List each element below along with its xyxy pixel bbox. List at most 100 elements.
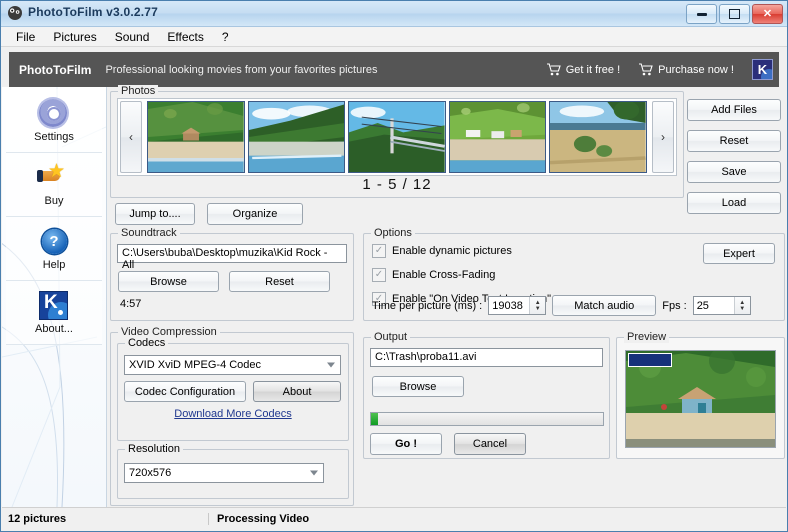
file-buttons: Add Files Reset Save Load: [687, 99, 781, 223]
photo-thumbnail[interactable]: [247, 101, 346, 173]
menu-item-help[interactable]: ?: [213, 28, 238, 46]
jump-to-button[interactable]: Jump to....: [115, 203, 195, 225]
brand-name: PhotoToFilm: [19, 62, 92, 77]
progress-bar: [370, 412, 604, 426]
photos-next-button[interactable]: ›: [652, 101, 674, 173]
preview-legend: Preview: [624, 331, 670, 343]
status-message: Processing Video: [208, 513, 309, 525]
cart-icon: [546, 63, 561, 76]
soundtrack-browse-button[interactable]: Browse: [118, 271, 219, 292]
time-per-picture-label: Time per picture (ms) :: [372, 299, 483, 312]
expert-button[interactable]: Expert: [703, 243, 775, 264]
purchase-now-link[interactable]: Purchase now !: [638, 63, 734, 76]
status-bar: 12 pictures Processing Video: [2, 507, 786, 530]
banner-links: Get it free ! Purchase now ! K: [546, 52, 773, 87]
thumb-image: [449, 102, 546, 172]
photo-thumbnail[interactable]: [549, 101, 647, 173]
sidebar-item-about[interactable]: K About...: [6, 281, 102, 345]
download-more-codecs-link[interactable]: Download More Codecs: [118, 408, 348, 420]
resolution-select-value: 720x576: [129, 467, 172, 479]
menu-item-pictures[interactable]: Pictures: [44, 28, 105, 46]
codec-select[interactable]: XVID XviD MPEG-4 Codec: [124, 355, 341, 375]
photos-prev-button[interactable]: ‹: [120, 101, 142, 173]
minimize-button[interactable]: [686, 4, 717, 24]
fps-stepper[interactable]: 25 ▲ ▼: [692, 296, 751, 315]
soundtrack-reset-button[interactable]: Reset: [229, 271, 330, 292]
menu-item-effects[interactable]: Effects: [158, 28, 212, 46]
cart-icon: [639, 63, 653, 76]
codec-configuration-button[interactable]: Codec Configuration: [124, 381, 246, 402]
load-button[interactable]: Load: [687, 192, 781, 214]
preview-timestamp-overlay: [628, 353, 672, 367]
output-legend: Output: [371, 331, 411, 343]
menu-bar: File Pictures Sound Effects ?: [1, 27, 787, 47]
soundtrack-legend: Soundtrack: [118, 227, 180, 239]
content-area: Settings ★ Buy ? Help K About... Photos …: [1, 85, 787, 507]
close-icon: ✕: [762, 7, 773, 20]
gear-icon: [39, 98, 69, 129]
purchase-now-label: Purchase now !: [658, 63, 734, 76]
progress-bar-fill: [371, 413, 378, 425]
sidebar-item-buy[interactable]: ★ Buy: [6, 153, 102, 217]
chevron-down-icon: [310, 470, 318, 476]
option-cross-fading[interactable]: ✓ Enable Cross-Fading: [372, 268, 495, 282]
get-it-free-link[interactable]: Get it free !: [546, 63, 620, 76]
k-logo-icon[interactable]: K: [752, 59, 773, 80]
checkbox-icon[interactable]: ✓: [372, 244, 386, 258]
cancel-button[interactable]: Cancel: [454, 433, 526, 455]
main-panel: Photos ‹ › 1 - 5 / 12 Jump to.... Organi…: [107, 85, 786, 507]
preview-group: Preview: [616, 331, 785, 459]
stepper-arrows-icon[interactable]: ▲ ▼: [733, 297, 750, 314]
time-per-picture-stepper[interactable]: 19038 ▲ ▼: [488, 296, 547, 315]
checkbox-icon[interactable]: ✓: [372, 268, 386, 282]
thumb-image: [550, 102, 646, 172]
resolution-group: Resolution 720x576: [117, 443, 349, 499]
sidebar: Settings ★ Buy ? Help K About...: [2, 87, 107, 507]
output-path-input[interactable]: C:\Trash\proba11.avi: [370, 348, 603, 367]
question-icon: ?: [39, 227, 69, 257]
options-legend: Options: [371, 227, 415, 239]
go-button[interactable]: Go !: [370, 433, 442, 455]
sidebar-item-label: About...: [35, 322, 73, 335]
thumb-image: [349, 102, 445, 172]
soundtrack-group: Soundtrack C:\Users\buba\Desktop\muzika\…: [110, 227, 354, 321]
save-button[interactable]: Save: [687, 161, 781, 183]
codec-about-button[interactable]: About: [253, 381, 341, 402]
promo-banner: PhotoToFilm Professional looking movies …: [9, 52, 779, 87]
chevron-down-icon: [327, 362, 335, 368]
application-window: PhotoToFilm v3.0.2.77 ✕ File Pictures So…: [0, 0, 788, 532]
status-picture-count: 12 pictures: [8, 513, 67, 525]
fps-value: 25: [696, 299, 709, 312]
match-audio-button[interactable]: Match audio: [552, 295, 657, 316]
sidebar-item-settings[interactable]: Settings: [6, 89, 102, 153]
window-controls: ✕: [686, 4, 783, 24]
soundtrack-duration: 4:57: [120, 298, 142, 310]
thumb-image: [248, 102, 345, 172]
menu-item-sound[interactable]: Sound: [106, 28, 159, 46]
add-files-button[interactable]: Add Files: [687, 99, 781, 121]
output-browse-button[interactable]: Browse: [372, 376, 464, 397]
stepper-arrows-icon[interactable]: ▲ ▼: [529, 297, 546, 314]
photo-filmstrip: ‹ ›: [117, 98, 677, 176]
get-it-free-label: Get it free !: [565, 63, 621, 76]
photo-thumbnail[interactable]: [448, 101, 547, 173]
menu-item-file[interactable]: File: [7, 28, 44, 46]
photo-thumbnail[interactable]: [147, 101, 245, 173]
close-button[interactable]: ✕: [752, 4, 783, 24]
resolution-select[interactable]: 720x576: [124, 463, 324, 483]
photo-thumbnail[interactable]: [348, 101, 446, 173]
maximize-button[interactable]: [719, 4, 750, 24]
fps-label: Fps :: [662, 299, 687, 312]
reset-files-button[interactable]: Reset: [687, 130, 781, 152]
codecs-group: Codecs XVID XviD MPEG-4 Codec Codec Conf…: [117, 337, 349, 441]
organize-button[interactable]: Organize: [207, 203, 303, 225]
star-hand-icon: ★: [37, 162, 69, 193]
timing-row: Time per picture (ms) : 19038 ▲ ▼ Match a…: [372, 295, 751, 316]
k-logo-icon: K: [39, 290, 69, 321]
option-dynamic-pictures[interactable]: ✓ Enable dynamic pictures: [372, 244, 512, 258]
soundtrack-path-input[interactable]: C:\Users\buba\Desktop\muzika\Kid Rock - …: [117, 244, 347, 271]
option-label: Enable dynamic pictures: [392, 245, 512, 257]
video-compression-group: Video Compression Codecs XVID XviD MPEG-…: [110, 326, 354, 506]
photos-group: Photos ‹ › 1 - 5 / 12: [110, 85, 684, 198]
sidebar-item-help[interactable]: ? Help: [6, 217, 102, 281]
